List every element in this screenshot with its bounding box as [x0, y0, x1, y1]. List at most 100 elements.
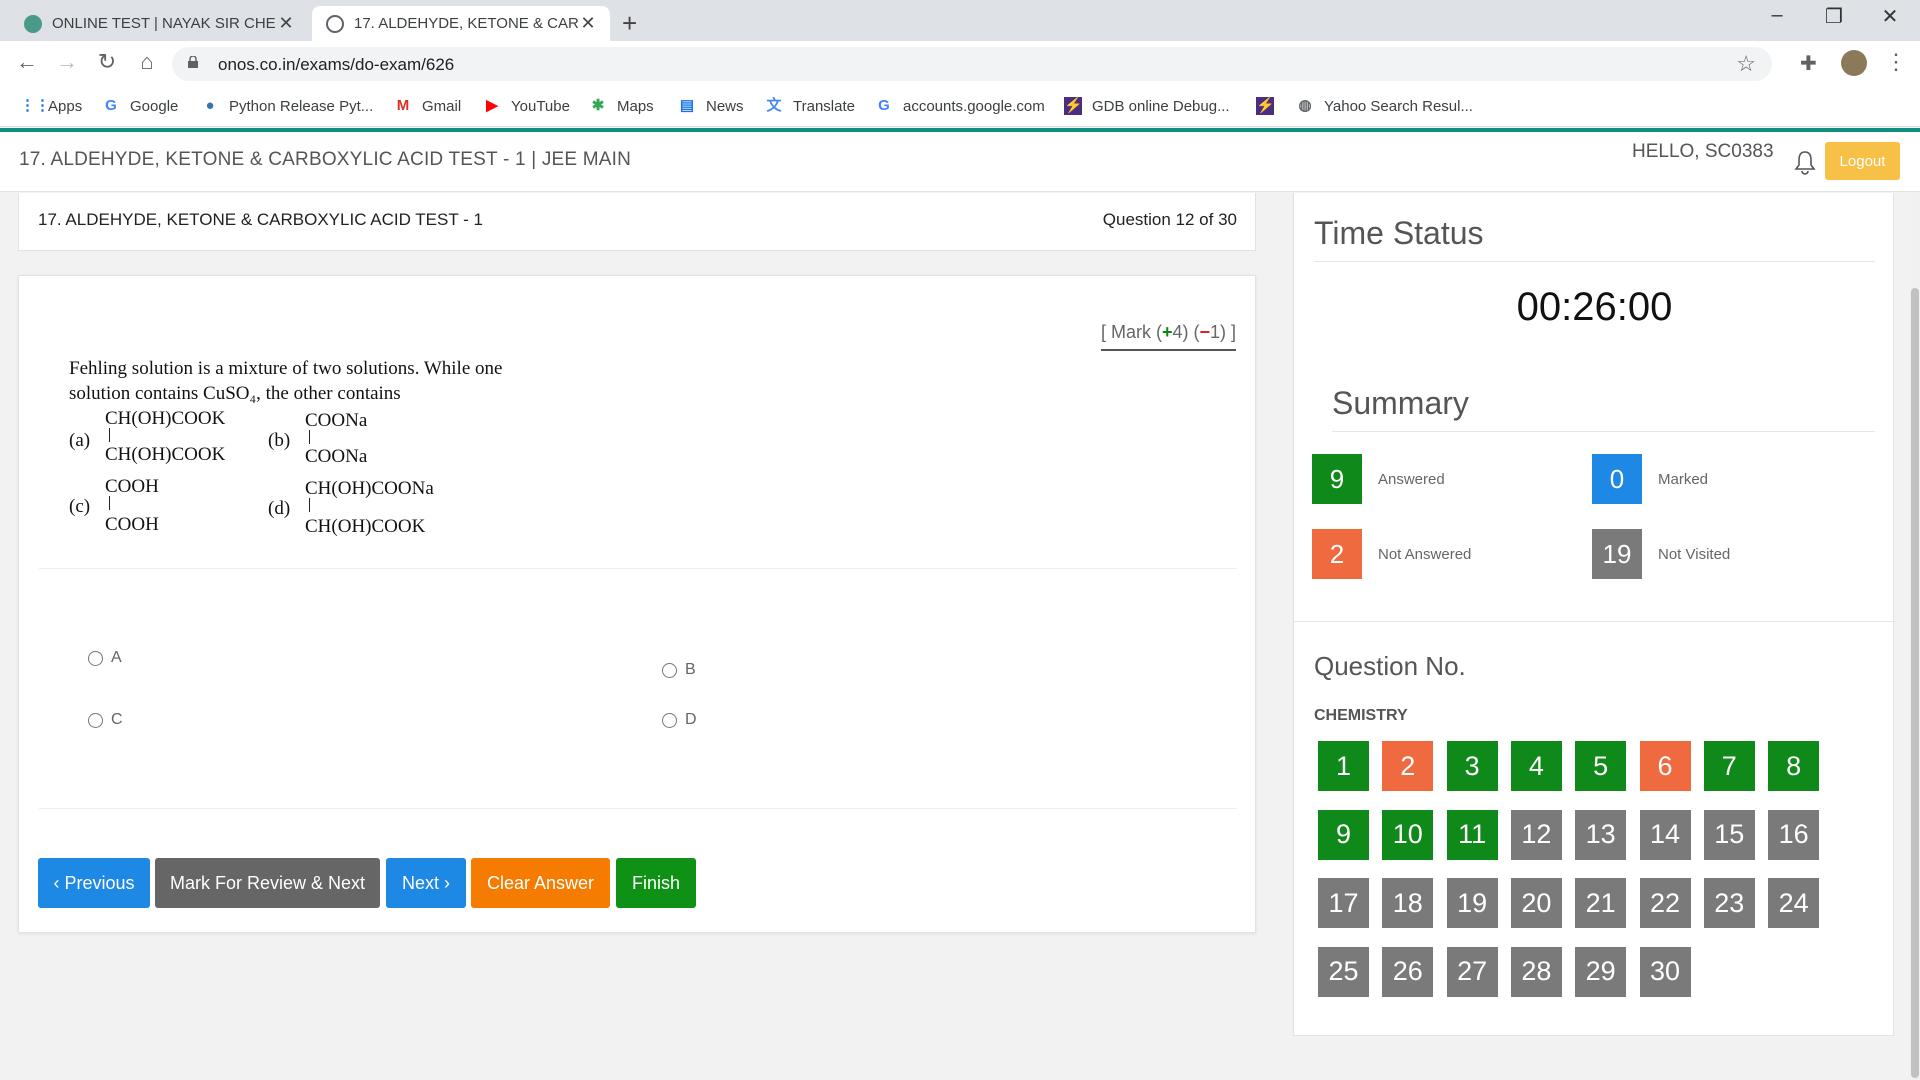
question-button-5[interactable]: 5	[1575, 741, 1627, 791]
bookmark-gdb[interactable]: ⚡ GDB online Debug...	[1064, 97, 1230, 115]
option-b[interactable]: B	[662, 661, 696, 679]
close-tab-icon[interactable]: ✕	[276, 13, 296, 34]
question-text-line: solution contains CuSO₄, the other conta…	[69, 383, 401, 404]
question-button-17[interactable]: 17	[1318, 878, 1369, 928]
logout-button[interactable]: Logout	[1825, 142, 1900, 180]
bookmark-python[interactable]: ● Python Release Pyt...	[201, 97, 373, 115]
test-name: 17. ALDEHYDE, KETONE & CARBOXYLIC ACID T…	[38, 210, 483, 229]
minimize-icon[interactable]: –	[1747, 4, 1807, 27]
profile-avatar[interactable]	[1841, 50, 1867, 76]
question-button-29[interactable]: 29	[1575, 946, 1627, 997]
question-button-12[interactable]: 12	[1510, 809, 1562, 860]
tab-title: ONLINE TEST | NAYAK SIR CHEMI	[52, 15, 276, 32]
bond-line	[109, 496, 110, 510]
browser-tab-online-test[interactable]: ONLINE TEST | NAYAK SIR CHEMI ✕	[10, 6, 308, 41]
question-button-14[interactable]: 14	[1639, 809, 1691, 860]
maximize-icon[interactable]: ❐	[1804, 4, 1864, 29]
bookmark-apps[interactable]: ⋮⋮ Apps	[20, 97, 82, 115]
question-button-4[interactable]: 4	[1510, 741, 1562, 791]
bookmark-label: News	[706, 97, 744, 115]
question-button-11[interactable]: 11	[1446, 809, 1498, 860]
new-tab-icon[interactable]: +	[622, 8, 637, 39]
option-a[interactable]: A	[88, 649, 122, 667]
option-b-radio[interactable]	[662, 662, 677, 678]
question-button-26[interactable]: 26	[1382, 946, 1434, 997]
bookmark-label: Google	[130, 97, 179, 115]
close-tab-icon[interactable]: ✕	[578, 13, 598, 34]
browser-tab-current[interactable]: 17. ALDEHYDE, KETONE & CARBO ✕	[312, 6, 610, 41]
mark-for-review-button[interactable]: Mark For Review & Next	[155, 858, 380, 908]
question-button-13[interactable]: 13	[1575, 809, 1627, 860]
option-d[interactable]: D	[662, 711, 697, 729]
forward-icon[interactable]: →	[52, 49, 82, 75]
question-button-6[interactable]: 6	[1639, 741, 1691, 791]
option-c[interactable]: C	[88, 711, 123, 729]
time-status-heading: Time Status	[1314, 215, 1484, 251]
window-close-icon[interactable]: ✕	[1860, 4, 1920, 29]
browser-tabstrip: ONLINE TEST | NAYAK SIR CHEMI ✕ 17. ALDE…	[0, 0, 1920, 41]
bond-line	[309, 498, 310, 512]
translate-icon: 文	[766, 97, 782, 114]
tab-title: 17. ALDEHYDE, KETONE & CARBO	[354, 15, 578, 32]
question-button-9[interactable]: 9	[1318, 809, 1369, 860]
option-d-radio[interactable]	[662, 712, 677, 728]
app-header: 17. ALDEHYDE, KETONE & CARBOXYLIC ACID T…	[0, 132, 1920, 192]
stat-marked: 0 Marked	[1592, 454, 1708, 504]
marks-minus-value: 1) ]	[1209, 322, 1236, 342]
question-button-25[interactable]: 25	[1318, 946, 1369, 997]
question-button-18[interactable]: 18	[1382, 878, 1434, 928]
google-icon: G	[105, 97, 117, 114]
question-image: Fehling solution is a mixture of two sol…	[49, 338, 559, 543]
browser-menu-icon[interactable]: ⋮	[1885, 49, 1907, 75]
bookmark-news[interactable]: ▤ News	[678, 97, 744, 115]
apps-grid-icon: ⋮⋮	[20, 97, 50, 114]
bookmark-gmail[interactable]: M Gmail	[394, 97, 461, 115]
option-a-radio[interactable]	[88, 650, 103, 666]
question-no-heading: Question No.	[1314, 651, 1466, 681]
bookmark-label: Translate	[793, 97, 855, 115]
question-button-19[interactable]: 19	[1446, 878, 1498, 928]
answered-count: 9	[1312, 454, 1362, 504]
question-button-28[interactable]: 28	[1510, 946, 1562, 997]
bookmark-accounts[interactable]: Gaccounts.google.com	[875, 97, 1045, 115]
bookmark-star-icon[interactable]: ☆	[1736, 51, 1756, 77]
next-button[interactable]: Next ›	[386, 858, 466, 908]
question-button-1[interactable]: 1	[1318, 741, 1369, 791]
question-button-30[interactable]: 30	[1639, 946, 1691, 997]
bookmark-yahoo[interactable]: ◍ Yahoo Search Resul...	[1296, 97, 1473, 115]
question-button-21[interactable]: 21	[1575, 878, 1627, 928]
bookmark-bolt[interactable]: ⚡	[1256, 97, 1284, 115]
question-button-10[interactable]: 10	[1382, 809, 1434, 860]
bookmark-youtube[interactable]: ▶ YouTube	[483, 97, 570, 115]
back-icon[interactable]: ←	[12, 49, 42, 75]
question-button-24[interactable]: 24	[1768, 878, 1820, 928]
bookmark-label: GDB online Debug...	[1092, 97, 1230, 115]
question-button-16[interactable]: 16	[1768, 809, 1820, 860]
question-button-2[interactable]: 2	[1382, 741, 1434, 791]
question-button-8[interactable]: 8	[1768, 741, 1820, 791]
extensions-icon[interactable]: ✚	[1800, 51, 1817, 76]
question-button-7[interactable]: 7	[1703, 741, 1755, 791]
question-button-20[interactable]: 20	[1510, 878, 1562, 928]
bookmark-maps[interactable]: ✱ Maps	[589, 97, 654, 115]
clear-answer-button[interactable]: Clear Answer	[471, 858, 610, 908]
reload-icon[interactable]: ↻	[92, 49, 122, 75]
option-label: B	[685, 661, 696, 678]
question-button-23[interactable]: 23	[1703, 878, 1755, 928]
choice-label-a: (a)	[69, 430, 91, 451]
finish-button[interactable]: Finish	[616, 858, 696, 908]
scrollbar-thumb[interactable]	[1911, 288, 1919, 1078]
bookmark-google[interactable]: G Google	[102, 97, 178, 115]
bookmark-translate[interactable]: 文 Translate	[765, 97, 855, 115]
question-button-27[interactable]: 27	[1446, 946, 1498, 997]
home-icon[interactable]: ⌂	[132, 49, 162, 75]
bookmark-label: Python Release Pyt...	[229, 97, 374, 115]
page-scrollbar[interactable]	[1910, 193, 1920, 1080]
previous-button[interactable]: ‹ Previous	[38, 858, 150, 908]
question-button-15[interactable]: 15	[1703, 809, 1755, 860]
option-c-radio[interactable]	[88, 712, 103, 728]
question-button-3[interactable]: 3	[1446, 741, 1498, 791]
bell-icon[interactable]	[1793, 149, 1817, 175]
question-button-22[interactable]: 22	[1639, 878, 1691, 928]
address-bar[interactable]: onos.co.in/exams/do-exam/626 ☆	[172, 47, 1772, 81]
